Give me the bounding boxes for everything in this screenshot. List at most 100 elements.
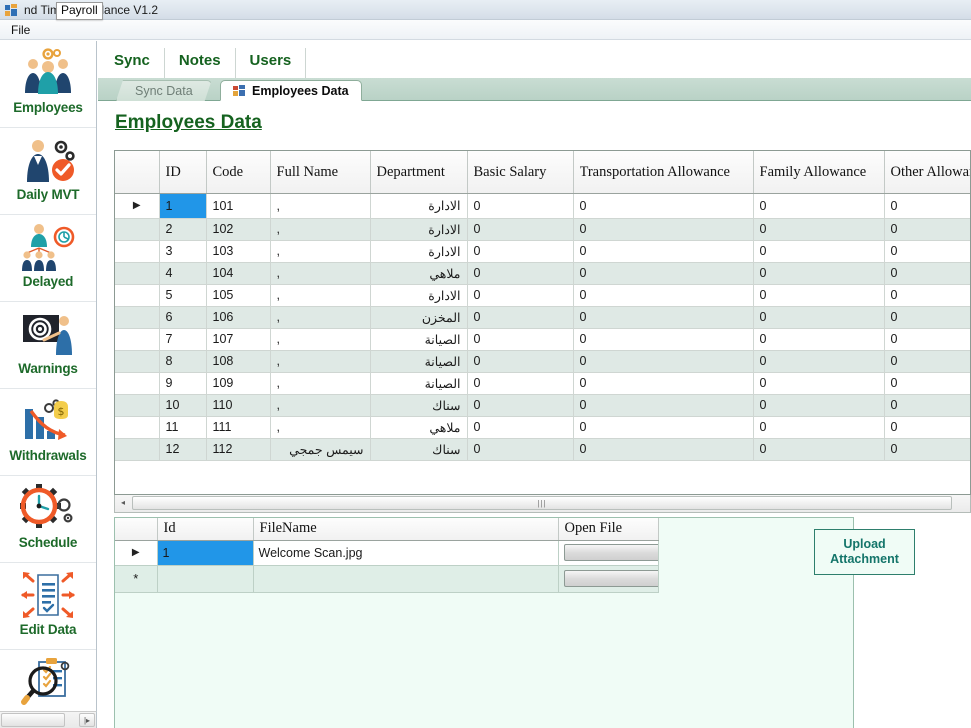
cell-code[interactable]: 107	[206, 328, 271, 351]
sidebar-item-search[interactable]: Search	[0, 650, 96, 711]
table-row[interactable]: 2 102, الادارة 0 0 0 0	[115, 218, 970, 241]
cell-code[interactable]: 112	[206, 438, 271, 461]
cell-family-allowance[interactable]: 0	[753, 193, 885, 219]
cell-department[interactable]: الصيانة	[370, 328, 468, 351]
cell-department[interactable]: الصيانة	[370, 372, 468, 395]
sidebar-item-employees[interactable]: Employees	[0, 41, 96, 128]
cell-transportation-allowance[interactable]: 0	[573, 284, 754, 307]
cell-family-allowance[interactable]: 0	[753, 218, 885, 241]
cell-full-name[interactable]: ,	[270, 350, 371, 373]
column-header-other-allowance[interactable]: Other Allowance	[884, 151, 970, 194]
cell-filename[interactable]	[253, 565, 559, 593]
cell-department[interactable]: المخزن	[370, 306, 468, 329]
cell-id[interactable]: 4	[159, 262, 207, 285]
cell-basic-salary[interactable]: 0	[467, 193, 574, 219]
cell-other-allowance[interactable]: 0	[884, 306, 970, 329]
cell-other-allowance[interactable]: 0	[884, 372, 970, 395]
cell-basic-salary[interactable]: 0	[467, 438, 574, 461]
scrollbar-thumb[interactable]	[1, 713, 65, 727]
cell-code[interactable]: 104	[206, 262, 271, 285]
cell-code[interactable]: 109	[206, 372, 271, 395]
cell-id[interactable]: 8	[159, 350, 207, 373]
cell-department[interactable]: الصيانة	[370, 350, 468, 373]
cell-other-allowance[interactable]: 0	[884, 284, 970, 307]
grid-horizontal-scrollbar[interactable]: ◂ |||	[114, 495, 971, 513]
cell-basic-salary[interactable]: 0	[467, 284, 574, 307]
sidebar-item-edit-data[interactable]: Edit Data	[0, 563, 96, 650]
cell-code[interactable]: 105	[206, 284, 271, 307]
tab-sync[interactable]: Sync	[98, 48, 165, 78]
cell-code[interactable]: 111	[206, 416, 271, 439]
cell-department[interactable]: الادارة	[370, 218, 468, 241]
row-selector-cell[interactable]: ▶	[115, 193, 160, 219]
row-selector-cell[interactable]	[115, 438, 160, 461]
cell-code[interactable]: 103	[206, 240, 271, 263]
table-row[interactable]: 9 109, الصيانة 0 0 0 0	[115, 372, 970, 395]
column-header-filename[interactable]: FileName	[253, 518, 559, 541]
cell-transportation-allowance[interactable]: 0	[573, 193, 754, 219]
cell-basic-salary[interactable]: 0	[467, 240, 574, 263]
cell-family-allowance[interactable]: 0	[753, 416, 885, 439]
cell-family-allowance[interactable]: 0	[753, 262, 885, 285]
upload-attachment-button[interactable]: Upload Attachment	[814, 529, 915, 575]
cell-family-allowance[interactable]: 0	[753, 394, 885, 417]
row-selector-cell[interactable]	[115, 240, 160, 263]
cell-transportation-allowance[interactable]: 0	[573, 350, 754, 373]
cell-transportation-allowance[interactable]: 0	[573, 218, 754, 241]
cell-full-name[interactable]: ,	[270, 416, 371, 439]
row-selector-cell[interactable]	[115, 262, 160, 285]
cell-full-name[interactable]: ,	[270, 262, 371, 285]
cell-transportation-allowance[interactable]: 0	[573, 328, 754, 351]
cell-basic-salary[interactable]: 0	[467, 394, 574, 417]
cell-code[interactable]: 108	[206, 350, 271, 373]
table-row[interactable]: 3 103, الادارة 0 0 0 0	[115, 240, 970, 263]
cell-transportation-allowance[interactable]: 0	[573, 240, 754, 263]
column-header-open-file[interactable]: Open File	[558, 518, 659, 541]
column-header-id[interactable]: Id	[157, 518, 254, 541]
cell-other-allowance[interactable]: 0	[884, 416, 970, 439]
cell-family-allowance[interactable]: 0	[753, 284, 885, 307]
cell-id[interactable]: 1	[157, 540, 254, 566]
cell-other-allowance[interactable]: 0	[884, 262, 970, 285]
cell-department[interactable]: الادارة	[370, 193, 468, 219]
cell-code[interactable]: 106	[206, 306, 271, 329]
cell-id[interactable]: 1	[159, 193, 207, 219]
table-row[interactable]: ▶ 1 Welcome Scan.jpg	[115, 540, 659, 566]
cell-family-allowance[interactable]: 0	[753, 328, 885, 351]
cell-basic-salary[interactable]: 0	[467, 218, 574, 241]
cell-basic-salary[interactable]: 0	[467, 262, 574, 285]
cell-filename[interactable]: Welcome Scan.jpg	[253, 540, 559, 566]
cell-department[interactable]: ملاهي	[370, 416, 468, 439]
cell-department[interactable]: سناك	[370, 438, 468, 461]
sidebar-item-daily-mvt[interactable]: Daily MVT	[0, 128, 96, 215]
cell-code[interactable]: 102	[206, 218, 271, 241]
cell-basic-salary[interactable]: 0	[467, 328, 574, 351]
table-row[interactable]: 11 111, ملاهي 0 0 0 0	[115, 416, 970, 439]
row-selector-cell[interactable]	[115, 350, 160, 373]
column-header-full-name[interactable]: Full Name	[270, 151, 371, 194]
cell-other-allowance[interactable]: 0	[884, 438, 970, 461]
sidebar-item-warnings[interactable]: Warnings	[0, 302, 96, 389]
cell-other-allowance[interactable]: 0	[884, 350, 970, 373]
cell-other-allowance[interactable]: 0	[884, 193, 970, 219]
column-header-id[interactable]: ID	[159, 151, 207, 194]
cell-full-name[interactable]: ,	[270, 394, 371, 417]
row-selector-cell[interactable]	[115, 306, 160, 329]
cell-full-name[interactable]: سيمس جمجي	[270, 438, 371, 461]
cell-department[interactable]: الادارة	[370, 240, 468, 263]
cell-id[interactable]: 12	[159, 438, 207, 461]
table-row[interactable]: ▶ 1 101, الادارة 0 0 0 0	[115, 193, 970, 219]
column-header-department[interactable]: Department	[370, 151, 468, 194]
cell-id[interactable]: 6	[159, 306, 207, 329]
cell-other-allowance[interactable]: 0	[884, 328, 970, 351]
table-row[interactable]: 4 104, ملاهي 0 0 0 0	[115, 262, 970, 285]
sidebar-item-withdrawals[interactable]: $ Withdrawals	[0, 389, 96, 476]
cell-full-name[interactable]: ,	[270, 218, 371, 241]
column-header-code[interactable]: Code	[206, 151, 271, 194]
cell-family-allowance[interactable]: 0	[753, 350, 885, 373]
cell-basic-salary[interactable]: 0	[467, 306, 574, 329]
cell-id[interactable]: 3	[159, 240, 207, 263]
cell-department[interactable]: ملاهي	[370, 262, 468, 285]
cell-full-name[interactable]: ,	[270, 193, 371, 219]
row-selector-cell[interactable]	[115, 372, 160, 395]
